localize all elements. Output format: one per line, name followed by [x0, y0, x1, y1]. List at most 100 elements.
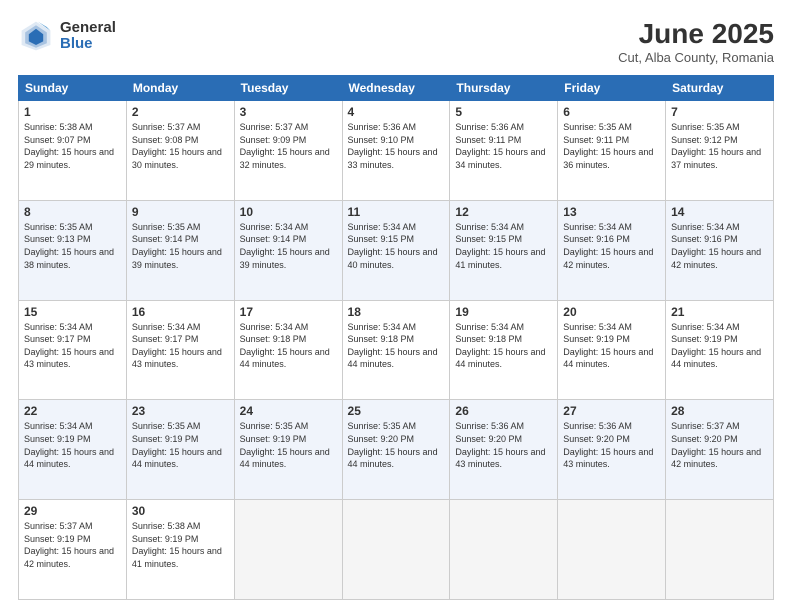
calendar-cell: 9 Sunrise: 5:35 AMSunset: 9:14 PMDayligh…: [126, 200, 234, 300]
day-number: 4: [348, 105, 445, 119]
calendar-header-row: SundayMondayTuesdayWednesdayThursdayFrid…: [19, 76, 774, 101]
logo: General Blue: [18, 18, 116, 54]
calendar-cell: 4 Sunrise: 5:36 AMSunset: 9:10 PMDayligh…: [342, 101, 450, 201]
day-number: 24: [240, 404, 337, 418]
day-info: Sunrise: 5:35 AMSunset: 9:13 PMDaylight:…: [24, 222, 114, 270]
day-info: Sunrise: 5:35 AMSunset: 9:11 PMDaylight:…: [563, 122, 653, 170]
calendar-cell: 21 Sunrise: 5:34 AMSunset: 9:19 PMDaylig…: [666, 300, 774, 400]
day-info: Sunrise: 5:37 AMSunset: 9:19 PMDaylight:…: [24, 521, 114, 569]
day-info: Sunrise: 5:34 AMSunset: 9:17 PMDaylight:…: [132, 322, 222, 370]
day-info: Sunrise: 5:34 AMSunset: 9:19 PMDaylight:…: [671, 322, 761, 370]
calendar-cell: 25 Sunrise: 5:35 AMSunset: 9:20 PMDaylig…: [342, 400, 450, 500]
day-number: 26: [455, 404, 552, 418]
day-info: Sunrise: 5:34 AMSunset: 9:17 PMDaylight:…: [24, 322, 114, 370]
logo-text: General Blue: [60, 20, 116, 53]
calendar-cell: 15 Sunrise: 5:34 AMSunset: 9:17 PMDaylig…: [19, 300, 127, 400]
day-info: Sunrise: 5:35 AMSunset: 9:14 PMDaylight:…: [132, 222, 222, 270]
calendar-cell: 24 Sunrise: 5:35 AMSunset: 9:19 PMDaylig…: [234, 400, 342, 500]
col-header-tuesday: Tuesday: [234, 76, 342, 101]
calendar-cell: 2 Sunrise: 5:37 AMSunset: 9:08 PMDayligh…: [126, 101, 234, 201]
day-info: Sunrise: 5:35 AMSunset: 9:20 PMDaylight:…: [348, 421, 438, 469]
page: General Blue June 2025 Cut, Alba County,…: [0, 0, 792, 612]
day-info: Sunrise: 5:34 AMSunset: 9:18 PMDaylight:…: [455, 322, 545, 370]
day-info: Sunrise: 5:34 AMSunset: 9:15 PMDaylight:…: [455, 222, 545, 270]
day-info: Sunrise: 5:38 AMSunset: 9:07 PMDaylight:…: [24, 122, 114, 170]
day-number: 14: [671, 205, 768, 219]
calendar-cell: 1 Sunrise: 5:38 AMSunset: 9:07 PMDayligh…: [19, 101, 127, 201]
calendar-cell: 7 Sunrise: 5:35 AMSunset: 9:12 PMDayligh…: [666, 101, 774, 201]
calendar-cell: [450, 500, 558, 600]
calendar-cell: 18 Sunrise: 5:34 AMSunset: 9:18 PMDaylig…: [342, 300, 450, 400]
logo-icon: [18, 18, 54, 54]
calendar-cell: 8 Sunrise: 5:35 AMSunset: 9:13 PMDayligh…: [19, 200, 127, 300]
day-number: 29: [24, 504, 121, 518]
day-info: Sunrise: 5:36 AMSunset: 9:10 PMDaylight:…: [348, 122, 438, 170]
calendar-cell: 10 Sunrise: 5:34 AMSunset: 9:14 PMDaylig…: [234, 200, 342, 300]
calendar-cell: 6 Sunrise: 5:35 AMSunset: 9:11 PMDayligh…: [558, 101, 666, 201]
calendar-table: SundayMondayTuesdayWednesdayThursdayFrid…: [18, 75, 774, 600]
calendar-week-4: 22 Sunrise: 5:34 AMSunset: 9:19 PMDaylig…: [19, 400, 774, 500]
day-number: 5: [455, 105, 552, 119]
calendar-cell: [342, 500, 450, 600]
subtitle: Cut, Alba County, Romania: [618, 50, 774, 65]
calendar-cell: 30 Sunrise: 5:38 AMSunset: 9:19 PMDaylig…: [126, 500, 234, 600]
day-number: 23: [132, 404, 229, 418]
col-header-saturday: Saturday: [666, 76, 774, 101]
day-info: Sunrise: 5:36 AMSunset: 9:20 PMDaylight:…: [455, 421, 545, 469]
day-info: Sunrise: 5:36 AMSunset: 9:20 PMDaylight:…: [563, 421, 653, 469]
day-number: 25: [348, 404, 445, 418]
calendar-cell: 17 Sunrise: 5:34 AMSunset: 9:18 PMDaylig…: [234, 300, 342, 400]
calendar-cell: 11 Sunrise: 5:34 AMSunset: 9:15 PMDaylig…: [342, 200, 450, 300]
day-info: Sunrise: 5:37 AMSunset: 9:20 PMDaylight:…: [671, 421, 761, 469]
day-number: 1: [24, 105, 121, 119]
day-number: 20: [563, 305, 660, 319]
day-info: Sunrise: 5:36 AMSunset: 9:11 PMDaylight:…: [455, 122, 545, 170]
logo-blue-text: Blue: [60, 36, 116, 53]
col-header-friday: Friday: [558, 76, 666, 101]
calendar-cell: 12 Sunrise: 5:34 AMSunset: 9:15 PMDaylig…: [450, 200, 558, 300]
day-info: Sunrise: 5:34 AMSunset: 9:19 PMDaylight:…: [24, 421, 114, 469]
day-info: Sunrise: 5:37 AMSunset: 9:08 PMDaylight:…: [132, 122, 222, 170]
calendar-cell: 28 Sunrise: 5:37 AMSunset: 9:20 PMDaylig…: [666, 400, 774, 500]
day-info: Sunrise: 5:34 AMSunset: 9:16 PMDaylight:…: [563, 222, 653, 270]
day-info: Sunrise: 5:35 AMSunset: 9:19 PMDaylight:…: [240, 421, 330, 469]
day-number: 30: [132, 504, 229, 518]
calendar-cell: 29 Sunrise: 5:37 AMSunset: 9:19 PMDaylig…: [19, 500, 127, 600]
col-header-sunday: Sunday: [19, 76, 127, 101]
day-info: Sunrise: 5:35 AMSunset: 9:12 PMDaylight:…: [671, 122, 761, 170]
day-number: 17: [240, 305, 337, 319]
day-info: Sunrise: 5:34 AMSunset: 9:16 PMDaylight:…: [671, 222, 761, 270]
day-number: 15: [24, 305, 121, 319]
calendar-cell: 22 Sunrise: 5:34 AMSunset: 9:19 PMDaylig…: [19, 400, 127, 500]
day-number: 6: [563, 105, 660, 119]
day-number: 2: [132, 105, 229, 119]
calendar-cell: 5 Sunrise: 5:36 AMSunset: 9:11 PMDayligh…: [450, 101, 558, 201]
calendar-cell: 20 Sunrise: 5:34 AMSunset: 9:19 PMDaylig…: [558, 300, 666, 400]
logo-general-text: General: [60, 20, 116, 37]
day-number: 22: [24, 404, 121, 418]
day-number: 21: [671, 305, 768, 319]
calendar-cell: [666, 500, 774, 600]
calendar-week-1: 1 Sunrise: 5:38 AMSunset: 9:07 PMDayligh…: [19, 101, 774, 201]
day-number: 27: [563, 404, 660, 418]
day-number: 16: [132, 305, 229, 319]
day-info: Sunrise: 5:38 AMSunset: 9:19 PMDaylight:…: [132, 521, 222, 569]
day-number: 12: [455, 205, 552, 219]
day-number: 19: [455, 305, 552, 319]
calendar-week-5: 29 Sunrise: 5:37 AMSunset: 9:19 PMDaylig…: [19, 500, 774, 600]
calendar-cell: 26 Sunrise: 5:36 AMSunset: 9:20 PMDaylig…: [450, 400, 558, 500]
day-info: Sunrise: 5:34 AMSunset: 9:15 PMDaylight:…: [348, 222, 438, 270]
calendar-cell: [234, 500, 342, 600]
calendar-cell: [558, 500, 666, 600]
header: General Blue June 2025 Cut, Alba County,…: [18, 18, 774, 65]
title-area: June 2025 Cut, Alba County, Romania: [618, 18, 774, 65]
day-info: Sunrise: 5:37 AMSunset: 9:09 PMDaylight:…: [240, 122, 330, 170]
day-number: 8: [24, 205, 121, 219]
calendar-cell: 27 Sunrise: 5:36 AMSunset: 9:20 PMDaylig…: [558, 400, 666, 500]
day-info: Sunrise: 5:34 AMSunset: 9:18 PMDaylight:…: [240, 322, 330, 370]
day-info: Sunrise: 5:34 AMSunset: 9:18 PMDaylight:…: [348, 322, 438, 370]
calendar-cell: 14 Sunrise: 5:34 AMSunset: 9:16 PMDaylig…: [666, 200, 774, 300]
day-number: 13: [563, 205, 660, 219]
calendar-week-2: 8 Sunrise: 5:35 AMSunset: 9:13 PMDayligh…: [19, 200, 774, 300]
day-info: Sunrise: 5:35 AMSunset: 9:19 PMDaylight:…: [132, 421, 222, 469]
